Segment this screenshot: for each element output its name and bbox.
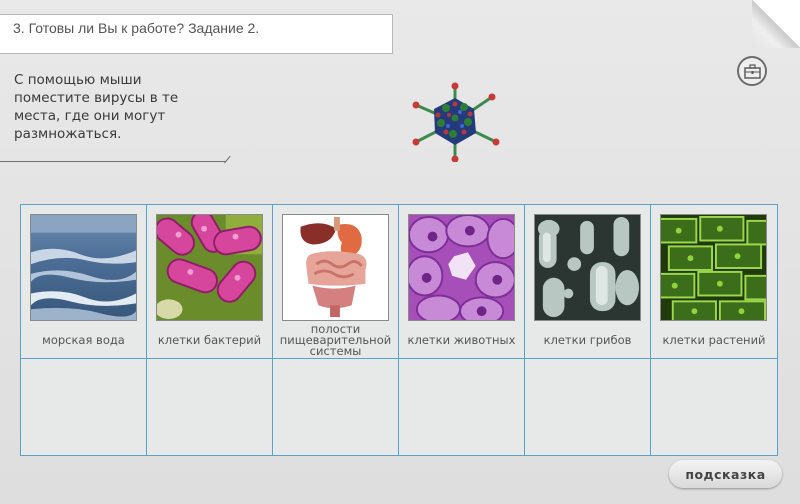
drop-zone-sea-water[interactable] xyxy=(21,359,147,455)
target-label: клетки растений xyxy=(662,332,766,347)
briefcase-icon xyxy=(744,64,761,79)
target-label: клетки грибов xyxy=(543,332,632,347)
hint-button[interactable]: подсказка xyxy=(669,460,782,488)
target-label: морская вода xyxy=(42,332,125,347)
target-grid: морская вода клетки бактерий полости пищ… xyxy=(20,204,778,456)
animal-cells-image xyxy=(408,214,515,321)
target-cell-digestive-system: полости пищеварительной системы xyxy=(273,205,399,359)
page-corner-fold xyxy=(752,0,800,48)
task-title: 3. Готовы ли Вы к работе? Задание 2. xyxy=(0,14,393,54)
drop-zone-bacteria[interactable] xyxy=(147,359,273,455)
drop-zone-digestive-system[interactable] xyxy=(273,359,399,455)
virus-icon[interactable] xyxy=(408,82,502,163)
fungi-cells-image xyxy=(534,214,641,321)
instruction-line: размножаться. xyxy=(14,126,122,142)
briefcase-button[interactable] xyxy=(737,56,767,86)
drop-zone-animal-cells[interactable] xyxy=(399,359,525,455)
drop-zone-fungi-cells[interactable] xyxy=(525,359,651,455)
drop-zone-plant-cells[interactable] xyxy=(651,359,777,455)
instruction-underline-tick xyxy=(224,155,231,164)
target-label: клетки животных xyxy=(407,332,516,347)
target-label-line: системы xyxy=(309,343,362,358)
digestive-system-image xyxy=(282,214,389,321)
instruction-line: места, где они могут xyxy=(14,108,166,124)
target-label: полости пищеварительной системы xyxy=(273,323,398,357)
instruction-underline xyxy=(0,161,226,162)
instruction-text: С помощью мыши поместите вирусы в те мес… xyxy=(14,71,224,143)
instruction-line: С помощью мыши xyxy=(14,72,142,88)
sea-water-image xyxy=(30,214,137,321)
target-cell-plant-cells: клетки растений xyxy=(651,205,777,359)
target-cell-fungi-cells: клетки грибов xyxy=(525,205,651,359)
target-cell-animal-cells: клетки животных xyxy=(399,205,525,359)
plant-cells-image xyxy=(660,214,767,321)
target-cell-bacteria: клетки бактерий xyxy=(147,205,273,359)
target-label: клетки бактерий xyxy=(157,332,262,347)
instruction-line: поместите вирусы в те xyxy=(14,90,179,106)
task-sheet: 3. Готовы ли Вы к работе? Задание 2. С п… xyxy=(0,0,800,504)
bacteria-image xyxy=(156,214,263,321)
target-cell-sea-water: морская вода xyxy=(21,205,147,359)
